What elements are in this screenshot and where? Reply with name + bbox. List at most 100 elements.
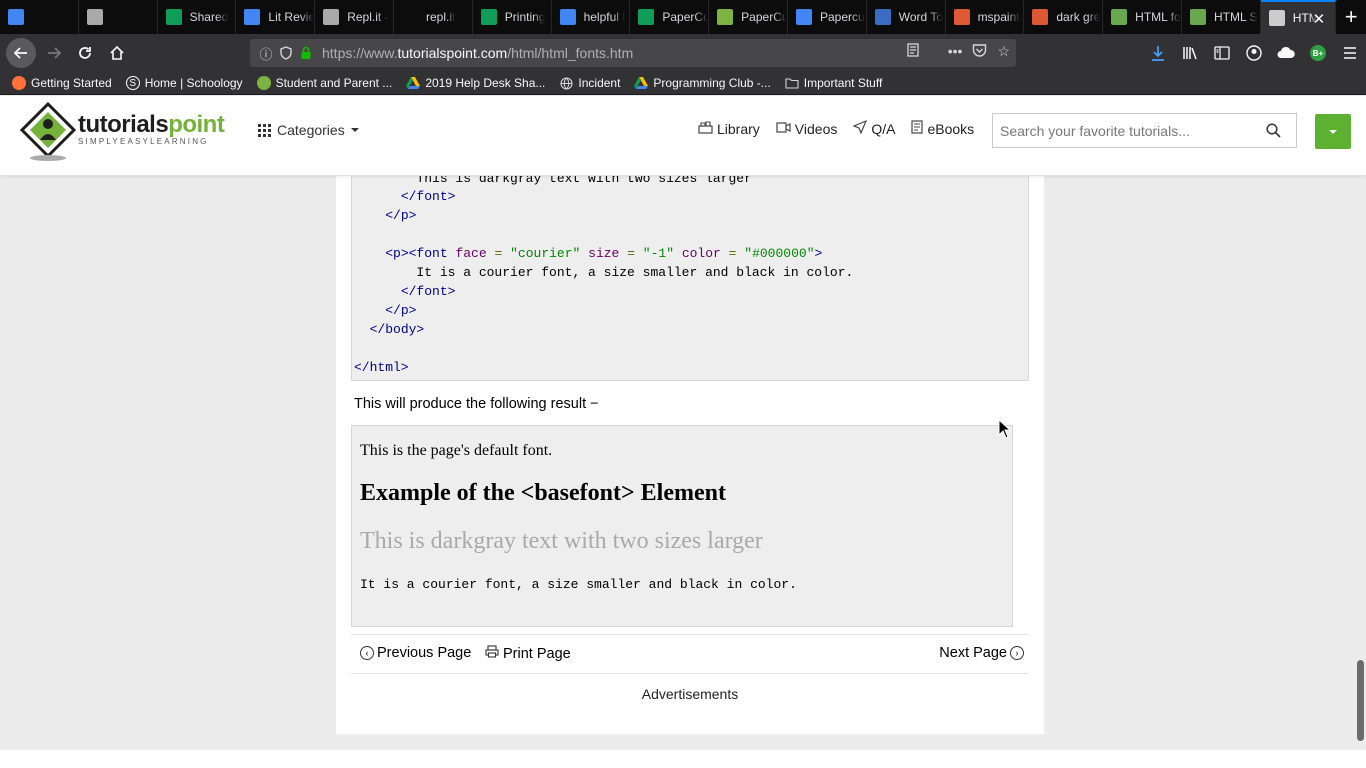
google-docs-icon bbox=[795, 9, 812, 25]
google-drive-icon bbox=[406, 76, 421, 90]
bookmark-star-icon[interactable]: ☆ bbox=[997, 43, 1010, 60]
code-line: </font> bbox=[400, 189, 456, 204]
tab-title: HTML S bbox=[1213, 10, 1258, 24]
previous-page-link[interactable]: ‹ Previous Page bbox=[357, 645, 471, 661]
nav-ebooks-label: eBooks bbox=[927, 120, 975, 137]
menu-icon[interactable] bbox=[1334, 34, 1366, 72]
extension-badge-icon[interactable]: B+ bbox=[1302, 34, 1334, 72]
categories-dropdown[interactable]: Categories bbox=[258, 122, 359, 138]
bookmark-label: Important Stuff bbox=[803, 76, 883, 90]
browser-tab[interactable] bbox=[79, 0, 158, 34]
tab-title: Shared bbox=[189, 10, 229, 24]
page-actions-icon[interactable]: ••• bbox=[948, 43, 963, 60]
tab-title: Lit Revie bbox=[268, 10, 315, 24]
bookmark-item[interactable]: 2019 Help Desk Sha... bbox=[406, 76, 545, 90]
tab-strip: Shared Lit Revie Repl.it - repl.it Printing h… bbox=[0, 0, 1366, 34]
firefox-icon bbox=[12, 76, 26, 90]
mouse-cursor-icon bbox=[998, 419, 1012, 439]
duckduckgo-icon bbox=[953, 9, 970, 25]
user-menu-button[interactable] bbox=[1315, 114, 1351, 149]
duckduckgo-icon bbox=[1032, 9, 1049, 25]
pocket-icon[interactable] bbox=[972, 43, 987, 60]
printer-icon bbox=[485, 645, 499, 662]
browser-tab[interactable]: helpful l bbox=[552, 0, 631, 34]
bookmark-item[interactable]: Student and Parent ... bbox=[256, 76, 392, 90]
sidebar-icon[interactable] bbox=[1206, 34, 1238, 72]
lock-icon[interactable] bbox=[296, 43, 316, 63]
browser-tab[interactable]: HTML✕ bbox=[1260, 0, 1337, 34]
browser-tab[interactable] bbox=[0, 0, 79, 34]
forward-button[interactable] bbox=[40, 39, 68, 67]
search-input[interactable] bbox=[993, 122, 1258, 139]
google-drive-icon bbox=[165, 9, 182, 25]
bookmark-label: 2019 Help Desk Sha... bbox=[425, 76, 546, 90]
downloads-icon[interactable] bbox=[1142, 34, 1174, 72]
library-icon bbox=[698, 120, 713, 137]
browser-tab[interactable]: Printing bbox=[473, 0, 552, 34]
gear-app-icon bbox=[874, 9, 891, 25]
url-text: https://www.tutorialspoint.com/html/html… bbox=[322, 45, 634, 61]
library-icon[interactable] bbox=[1174, 34, 1206, 72]
browser-tab[interactable]: dark gre bbox=[1024, 0, 1104, 34]
next-page-link[interactable]: Next Page › bbox=[939, 645, 1027, 661]
next-page-label: Next Page bbox=[939, 645, 1007, 661]
nav-qa[interactable]: Q/A bbox=[852, 119, 896, 137]
tutorialspoint-logo[interactable]: tutorialspoint SIMPLYEASYLEARNING bbox=[18, 100, 225, 162]
google-sheets-icon bbox=[638, 9, 655, 25]
browser-tab[interactable]: Papercu bbox=[788, 0, 867, 34]
browser-tab[interactable]: PaperCu bbox=[630, 0, 710, 34]
new-tab-button[interactable]: + bbox=[1336, 0, 1366, 34]
page-scrollbar[interactable] bbox=[1354, 176, 1366, 750]
browser-tab[interactable]: PaperCu bbox=[709, 0, 788, 34]
browser-tab[interactable]: Shared bbox=[158, 0, 237, 34]
bookmark-item[interactable]: Getting Started bbox=[12, 76, 112, 90]
tab-title: Printing bbox=[504, 10, 546, 24]
info-icon[interactable]: ⓘ bbox=[256, 43, 276, 63]
google-docs-icon bbox=[8, 9, 24, 25]
reload-button[interactable] bbox=[71, 39, 99, 67]
search-icon[interactable] bbox=[1258, 123, 1288, 138]
browser-tab[interactable]: Repl.it - bbox=[315, 0, 394, 34]
reader-view-icon[interactable] bbox=[906, 43, 920, 60]
extension-cloud-icon[interactable] bbox=[1270, 34, 1302, 72]
bookmark-item[interactable]: Programming Club -... bbox=[634, 76, 771, 90]
advertisements-label: Advertisements bbox=[641, 686, 739, 702]
close-tab-icon[interactable]: ✕ bbox=[1313, 10, 1326, 28]
tab-title: mspaint bbox=[977, 10, 1020, 24]
bookmark-label: Programming Club -... bbox=[653, 76, 771, 90]
home-icon bbox=[110, 45, 124, 60]
browser-tab[interactable]: repl.it bbox=[394, 0, 473, 34]
scrollbar-thumb[interactable] bbox=[1357, 660, 1364, 741]
bookmark-item[interactable]: Important Stuff bbox=[785, 76, 883, 90]
tracking-shield-icon[interactable] bbox=[276, 43, 296, 63]
google-drive-icon bbox=[480, 9, 497, 25]
ebook-icon bbox=[911, 120, 924, 137]
nav-videos[interactable]: Videos bbox=[776, 120, 837, 137]
account-icon[interactable] bbox=[1238, 34, 1270, 72]
print-page-link[interactable]: Print Page bbox=[483, 645, 571, 662]
nav-library[interactable]: Library bbox=[698, 120, 760, 137]
address-bar[interactable]: ⓘ https://www.tutorialspoint.com/html/ht… bbox=[250, 39, 1016, 67]
browser-tab[interactable]: Lit Revie bbox=[236, 0, 316, 34]
nav-ebooks[interactable]: eBooks bbox=[911, 120, 974, 137]
back-button[interactable] bbox=[6, 38, 36, 68]
replit-icon bbox=[86, 9, 103, 25]
browser-tab[interactable]: HTML S bbox=[1182, 0, 1261, 34]
nav-qa-label: Q/A bbox=[871, 120, 896, 137]
papercut-icon bbox=[256, 76, 271, 90]
bookmark-item[interactable]: S Home | Schoology bbox=[125, 76, 243, 90]
browser-tab[interactable]: Word To bbox=[867, 0, 946, 34]
code-line: </p> bbox=[385, 208, 417, 223]
bookmark-item[interactable]: Incident bbox=[559, 76, 620, 90]
print-page-label: Print Page bbox=[503, 645, 571, 662]
result-darkgray-text: This is darkgray text with two sizes lar… bbox=[360, 528, 763, 554]
browser-tab[interactable]: mspaint bbox=[946, 0, 1025, 34]
result-heading: Example of the <basefont> Element bbox=[360, 480, 726, 506]
tab-title: dark gre bbox=[1056, 10, 1101, 24]
code-example: This is darkgray text with two sizes lar… bbox=[351, 176, 1029, 381]
caret-down-icon bbox=[350, 128, 359, 132]
google-docs-icon bbox=[559, 9, 576, 25]
google-drive-icon bbox=[634, 76, 649, 90]
home-button[interactable] bbox=[103, 39, 131, 67]
browser-tab[interactable]: HTML fo bbox=[1103, 0, 1182, 34]
